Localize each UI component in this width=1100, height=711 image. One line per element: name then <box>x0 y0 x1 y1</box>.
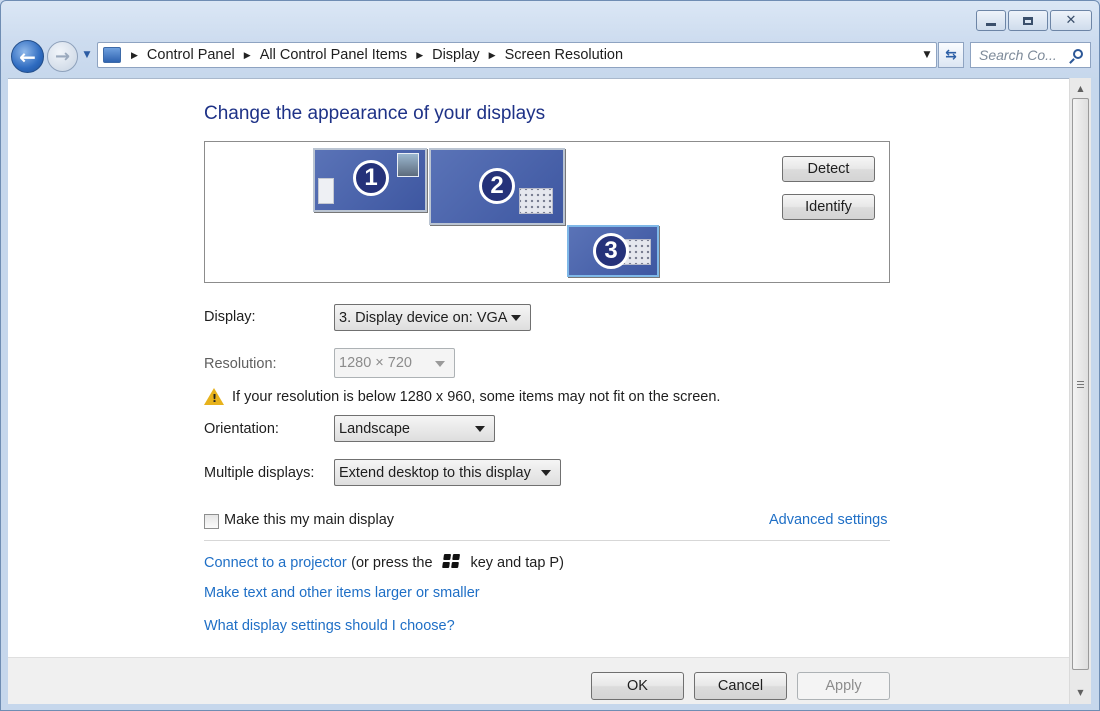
breadcrumb: ▶ Control Panel ▶ All Control Panel Item… <box>127 47 623 63</box>
navigation-bar: ← → ▼ ▶ Control Panel ▶ All Control Pane… <box>8 38 1092 74</box>
maximize-button[interactable] <box>1008 10 1048 31</box>
back-button[interactable]: ← <box>11 40 44 73</box>
chevron-up-icon: ▲ <box>1077 83 1084 93</box>
breadcrumb-separator-icon[interactable]: ▶ <box>489 50 496 61</box>
forward-button[interactable]: → <box>47 41 78 72</box>
projector-hint-pre: (or press the <box>351 555 433 571</box>
main-display-checkbox[interactable] <box>204 514 219 529</box>
chevron-down-icon <box>511 315 521 321</box>
display-help-link[interactable]: What display settings should I choose? <box>204 618 455 634</box>
identify-button[interactable]: Identify <box>782 194 875 220</box>
resolution-select-value: 1280 × 720 <box>339 355 412 371</box>
multiple-displays-label: Multiple displays: <box>204 465 315 481</box>
chevron-down-icon <box>541 470 551 476</box>
monitor-1[interactable]: 1 <box>313 148 427 212</box>
page-title: Change the appearance of your displays <box>204 103 546 124</box>
orientation-select-value: Landscape <box>339 420 410 437</box>
text-size-link[interactable]: Make text and other items larger or smal… <box>204 585 480 601</box>
monitor-number: 2 <box>479 168 515 204</box>
address-bar[interactable]: ▶ Control Panel ▶ All Control Panel Item… <box>97 42 937 68</box>
vertical-scrollbar[interactable]: ▲ ▼ <box>1069 78 1091 704</box>
breadcrumb-separator-icon[interactable]: ▶ <box>416 50 423 61</box>
content-panel: Change the appearance of your displays 1… <box>8 78 1069 657</box>
refresh-button[interactable]: ⇆ <box>938 42 964 68</box>
chevron-down-icon: ▼ <box>1077 687 1084 697</box>
resolution-warning: If your resolution is below 1280 x 960, … <box>232 389 721 405</box>
control-panel-icon <box>103 47 121 63</box>
breadcrumb-display[interactable]: Display <box>432 47 480 63</box>
divider <box>204 540 890 541</box>
picture-icon <box>397 153 419 177</box>
detect-button[interactable]: Detect <box>782 156 875 182</box>
multiple-displays-select[interactable]: Extend desktop to this display <box>334 459 561 486</box>
breadcrumb-screen-resolution[interactable]: Screen Resolution <box>505 47 624 63</box>
breadcrumb-separator-icon[interactable]: ▶ <box>131 50 138 61</box>
chevron-down-icon <box>475 426 485 432</box>
projector-row: Connect to a projector (or press the key… <box>204 554 564 571</box>
chevron-down-icon <box>435 361 445 367</box>
maximize-icon <box>1023 16 1033 25</box>
search-input[interactable]: Search Co... <box>979 47 1068 63</box>
ok-button[interactable]: OK <box>591 672 684 700</box>
minimize-button[interactable] <box>976 10 1006 31</box>
monitor-number: 1 <box>353 160 389 196</box>
breadcrumb-all-items[interactable]: All Control Panel Items <box>260 47 407 63</box>
search-icon[interactable] <box>1068 44 1090 66</box>
main-display-label[interactable]: Make this my main display <box>224 512 394 528</box>
scrollbar-thumb[interactable] <box>1072 98 1089 670</box>
button-bar: OK Cancel Apply <box>8 657 1069 704</box>
search-box[interactable]: Search Co... <box>970 42 1091 68</box>
display-arrangement: 1 2 3 Detect Identify <box>204 141 890 283</box>
cancel-button[interactable]: Cancel <box>694 672 787 700</box>
refresh-icon: ⇆ <box>945 47 957 63</box>
multiple-displays-select-value: Extend desktop to this display <box>339 464 531 481</box>
chevron-down-icon: ▼ <box>923 50 931 60</box>
document-icon <box>318 178 334 204</box>
breadcrumb-control-panel[interactable]: Control Panel <box>147 47 235 63</box>
chevron-down-icon: ▼ <box>83 50 91 60</box>
warning-icon: ! <box>204 388 224 405</box>
projector-hint-post: key and tap P) <box>470 555 564 571</box>
advanced-settings-link[interactable]: Advanced settings <box>769 512 888 528</box>
caption-buttons: ✕ <box>976 10 1092 31</box>
back-arrow-icon: ← <box>19 44 36 69</box>
monitor-number: 3 <box>593 233 629 269</box>
scroll-down-button[interactable]: ▼ <box>1070 683 1091 701</box>
recent-pages-button[interactable]: ▼ <box>81 48 93 62</box>
display-select-value: 3. Display device on: VGA <box>339 309 508 326</box>
forward-arrow-icon: → <box>54 46 71 67</box>
close-button[interactable]: ✕ <box>1050 10 1092 31</box>
windows-logo-icon <box>442 554 461 569</box>
display-label: Display: <box>204 309 256 325</box>
scroll-up-button[interactable]: ▲ <box>1070 79 1091 97</box>
calendar-icon <box>519 188 553 214</box>
grip-icon <box>1077 380 1084 388</box>
orientation-label: Orientation: <box>204 421 279 437</box>
address-dropdown-button[interactable]: ▼ <box>918 43 936 67</box>
monitor-3[interactable]: 3 <box>567 225 659 277</box>
apply-button[interactable]: Apply <box>797 672 890 700</box>
display-select[interactable]: 3. Display device on: VGA <box>334 304 531 331</box>
monitor-2[interactable]: 2 <box>429 148 565 225</box>
resolution-label: Resolution: <box>204 356 277 372</box>
orientation-select[interactable]: Landscape <box>334 415 495 442</box>
breadcrumb-separator-icon[interactable]: ▶ <box>244 50 251 61</box>
close-icon: ✕ <box>1065 13 1077 28</box>
resolution-select[interactable]: 1280 × 720 <box>334 348 455 378</box>
minimize-icon <box>986 23 996 26</box>
connect-projector-link[interactable]: Connect to a projector <box>204 555 347 571</box>
